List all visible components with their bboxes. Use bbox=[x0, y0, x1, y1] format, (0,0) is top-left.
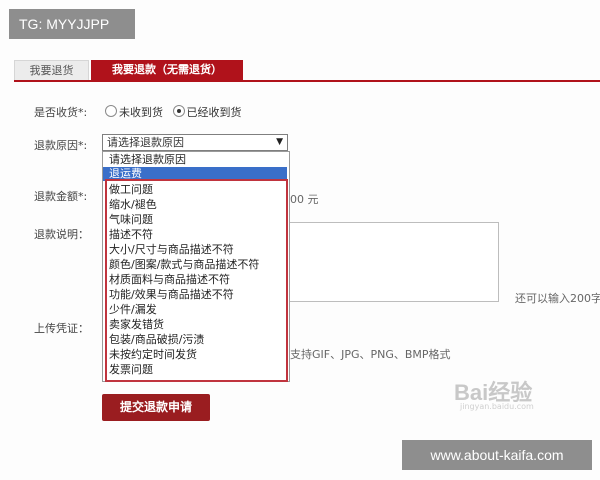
radio-received-label[interactable]: 已经收到货 bbox=[187, 106, 242, 119]
amount-suffix: 00 元 bbox=[290, 193, 319, 206]
tab-return-goods[interactable]: 我要退货 bbox=[14, 60, 89, 80]
reason-label: 退款原因*: bbox=[34, 139, 88, 152]
telegram-badge: TG: MYYJJPP bbox=[9, 9, 135, 39]
site-watermark: www.about-kaifa.com bbox=[402, 440, 592, 470]
annotation-highlight-box bbox=[105, 179, 288, 382]
amount-label: 退款金额*: bbox=[34, 190, 88, 203]
description-textarea[interactable] bbox=[290, 222, 499, 302]
radio-not-received[interactable] bbox=[105, 105, 117, 117]
upload-label: 上传凭证： bbox=[34, 322, 89, 335]
dropdown-arrow-icon[interactable]: ▼ bbox=[276, 135, 283, 150]
received-label: 是否收货*: bbox=[34, 106, 88, 119]
dropdown-option[interactable]: 请选择退款原因 bbox=[103, 153, 287, 167]
received-options: 未收到货 已经收到货 bbox=[105, 104, 242, 120]
upload-format-hint: 支持GIF、JPG、PNG、BMP格式 bbox=[290, 348, 451, 361]
tab-bar: 我要退货 我要退款（无需退货） bbox=[14, 60, 600, 82]
description-label: 退款说明： bbox=[34, 228, 89, 241]
radio-received[interactable] bbox=[172, 105, 185, 117]
reason-select-value: 请选择退款原因 bbox=[107, 136, 184, 149]
submit-refund-button[interactable]: 提交退款申请 bbox=[102, 394, 210, 421]
radio-not-received-label[interactable]: 未收到货 bbox=[119, 106, 163, 119]
reason-select[interactable]: 请选择退款原因 ▼ bbox=[102, 134, 288, 151]
char-count-hint: 还可以输入200字 bbox=[515, 292, 600, 305]
baidu-watermark-url: jingyan.baidu.com bbox=[460, 402, 534, 411]
tab-refund-only[interactable]: 我要退款（无需退货） bbox=[91, 60, 243, 80]
